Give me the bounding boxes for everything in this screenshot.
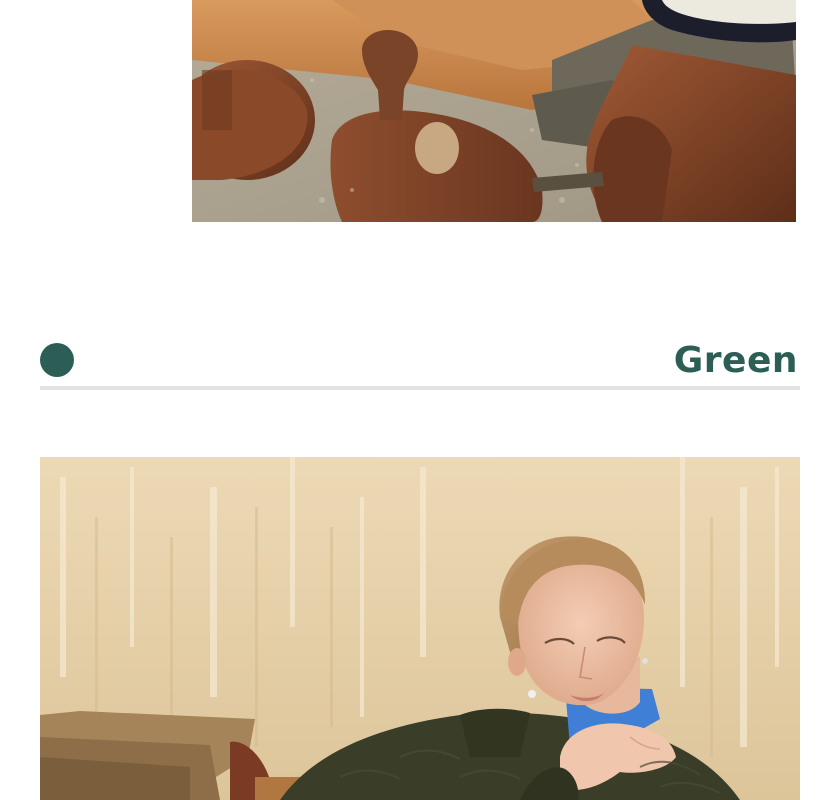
shoe-materials-photo	[192, 0, 796, 222]
section-divider	[40, 386, 800, 390]
color-name-title: Green	[673, 340, 798, 381]
color-section-header: Green	[40, 340, 800, 388]
model-illustration	[40, 457, 800, 800]
product-detail-page: Green	[0, 0, 840, 800]
shoe-materials-illustration	[192, 0, 796, 222]
model-wearing-green-sweater-photo	[40, 457, 800, 800]
color-swatch-dot	[40, 343, 74, 377]
